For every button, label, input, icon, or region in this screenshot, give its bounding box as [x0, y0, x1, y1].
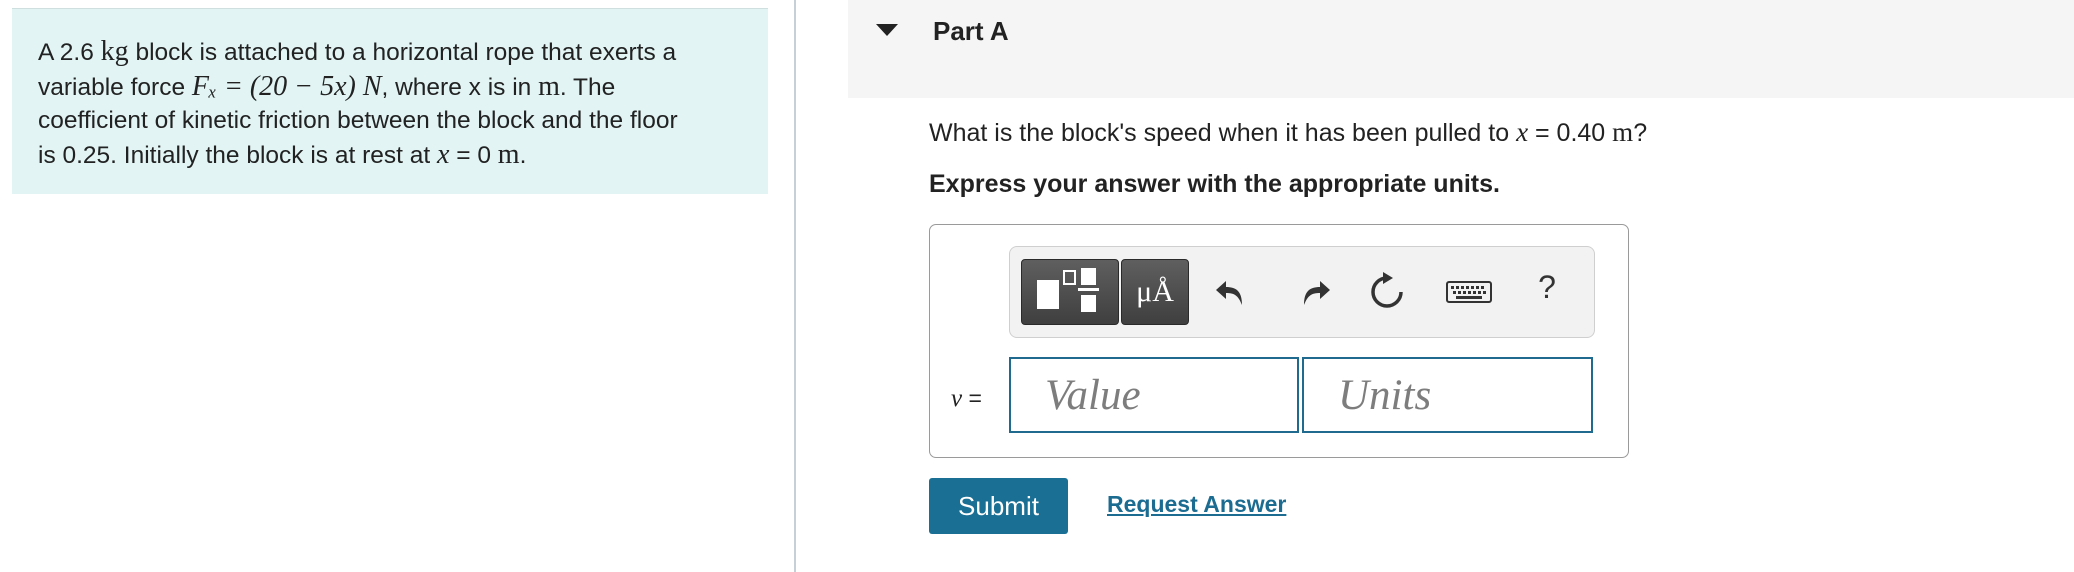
problem-line-2: variable force Fₓ = (20 − 5x) N, where x…: [38, 70, 742, 105]
units-input[interactable]: [1302, 357, 1593, 433]
length-unit: m: [497, 138, 520, 170]
answer-variable-label: v =: [951, 385, 982, 413]
question-part: What is the block's speed when it has be…: [929, 119, 1517, 147]
keyboard-icon[interactable]: [1444, 269, 1494, 315]
mass-unit: kg: [100, 36, 129, 67]
problem-text: = 0: [449, 141, 498, 169]
equals-sign: =: [962, 385, 982, 411]
problem-line-1: A 2.6 kg block is attached to a horizont…: [38, 35, 742, 70]
pane-divider: [794, 0, 796, 572]
question-part: = 0.40: [1528, 119, 1613, 147]
problem-text: , where x is in: [381, 73, 539, 101]
problem-line-4: is 0.25. Initially the block is at rest …: [38, 138, 742, 173]
problem-text: block is attached to a horizontal rope t…: [128, 39, 677, 66]
help-icon[interactable]: ?: [1532, 267, 1562, 313]
answer-box: μÅ ? v =: [929, 224, 1629, 458]
problem-text: variable force: [38, 73, 192, 101]
question-part: ?: [1633, 119, 1648, 147]
length-unit: m: [1612, 117, 1634, 147]
submit-button[interactable]: Submit: [929, 478, 1068, 534]
templates-icon: [1037, 268, 1099, 312]
collapse-triangle-icon[interactable]: [876, 24, 898, 36]
templates-button[interactable]: [1021, 259, 1119, 325]
part-header[interactable]: Part A: [848, 0, 2074, 98]
problem-text: A 2.6: [38, 39, 101, 66]
redo-icon[interactable]: [1288, 269, 1334, 315]
problem-line-3: coefficient of kinetic friction between …: [38, 107, 678, 134]
reset-icon[interactable]: [1364, 269, 1410, 315]
problem-text: . The: [559, 73, 616, 101]
math-toolbar: μÅ ?: [1009, 246, 1595, 338]
question-text: What is the block's speed when it has be…: [929, 117, 1647, 148]
problem-text: is 0.25. Initially the block is at rest …: [38, 141, 437, 169]
position-variable: x: [1516, 117, 1529, 147]
speed-variable: v: [951, 385, 963, 412]
symbols-button[interactable]: μÅ: [1121, 259, 1189, 325]
problem-text: .: [519, 141, 527, 169]
undo-icon[interactable]: [1212, 269, 1258, 315]
answer-instruction: Express your answer with the appropriate…: [929, 170, 1500, 198]
value-input[interactable]: [1009, 357, 1299, 433]
request-answer-link[interactable]: Request Answer: [1107, 491, 1286, 518]
length-unit: m: [538, 70, 560, 102]
part-title: Part A: [933, 16, 1009, 46]
problem-statement: A 2.6 kg block is attached to a horizont…: [12, 8, 768, 194]
force-expression: Fₓ = (20 − 5x) N: [191, 70, 382, 102]
position-variable: x: [437, 138, 450, 170]
